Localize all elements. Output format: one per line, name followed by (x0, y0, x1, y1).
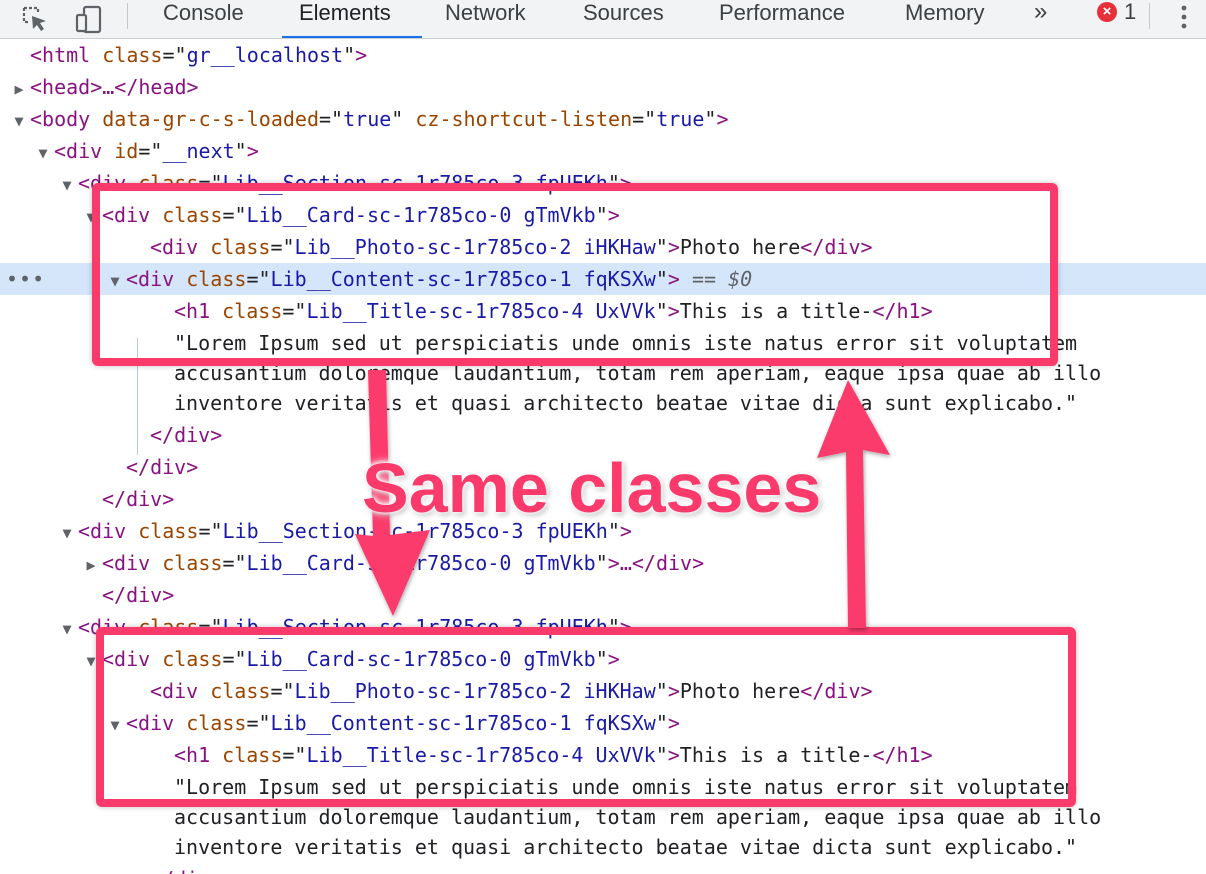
highlight-box-bottom (96, 627, 1076, 807)
more-tabs-button[interactable]: » (1034, 0, 1047, 24)
tag-end: </div> (102, 583, 175, 607)
tab-elements[interactable]: Elements (299, 0, 391, 38)
active-tab-indicator (282, 36, 422, 38)
annotation-callout: Same classes (362, 449, 822, 527)
dom-tree-node[interactable]: ▼ <div id="__next"> (0, 135, 1206, 167)
node-actions-icon[interactable]: ••• (6, 263, 45, 295)
attribute-quote: " (343, 43, 356, 67)
attribute-value: gr__localhost (186, 43, 344, 67)
attribute-equals: =" (319, 107, 344, 131)
tag-open: <div (78, 519, 127, 543)
attribute-equals: =" (222, 551, 247, 575)
tag-close: >…</head> (90, 75, 199, 99)
attribute-value: true (343, 107, 392, 131)
tab-sources[interactable]: Sources (583, 0, 664, 38)
dom-node-content: <html class="gr__localhost"> (30, 39, 367, 71)
expand-triangle-closed-icon[interactable]: ▶ (80, 549, 102, 581)
dom-node-content: ▼ <div id="__next"> (32, 135, 259, 169)
highlight-box-top (92, 183, 1058, 366)
tab-network[interactable]: Network (445, 0, 526, 38)
expand-triangle-open-icon[interactable]: ▼ (56, 613, 78, 645)
attribute-name: class (102, 43, 163, 67)
dom-tree-node[interactable]: ▶ <head>…</head> (0, 71, 1206, 103)
node-text: inventore veritatis et quasi architecto … (174, 835, 1078, 859)
toolbar-divider (127, 3, 128, 29)
attribute-name: class (162, 551, 223, 575)
dom-node-content: inventore veritatis et quasi architecto … (174, 387, 1077, 419)
attribute-name: class (138, 519, 199, 543)
dom-node-content: </div> (126, 451, 198, 483)
dom-tree-node[interactable]: inventore veritatis et quasi architecto … (0, 387, 1206, 419)
dom-tree-node[interactable]: <html class="gr__localhost"> (0, 39, 1206, 71)
dom-tree-node[interactable]: </div> (0, 579, 1206, 611)
error-count[interactable]: 1 (1124, 0, 1136, 24)
tag-close: > (716, 107, 729, 131)
tag-close: >…</div> (607, 551, 705, 575)
node-text: accusantium doloremque laudantium, totam… (174, 805, 1102, 829)
tab-console[interactable]: Console (163, 0, 244, 38)
expand-triangle-open-icon[interactable]: ▼ (32, 137, 54, 169)
tag-end: </div> (150, 867, 222, 874)
kebab-menu-icon[interactable] (1172, 4, 1196, 30)
dom-node-content: ▶ <head>…</head> (8, 71, 199, 105)
tag-open: <head (30, 75, 91, 99)
dom-tree-node[interactable]: ▼ <body data-gr-c-s-loaded="true" cz-shor… (0, 103, 1206, 135)
dom-node-content: ▼ <body data-gr-c-s-loaded="true" cz-shor… (8, 103, 728, 137)
dom-tree-node[interactable]: inventore veritatis et quasi architecto … (0, 831, 1206, 863)
error-icon[interactable]: × (1097, 2, 1117, 22)
attribute-name: id (114, 139, 139, 163)
tab-performance[interactable]: Performance (719, 0, 845, 38)
attribute-equals: =" (162, 43, 187, 67)
device-toolbar-icon[interactable] (74, 4, 104, 34)
attribute-equals: =" (138, 139, 163, 163)
expand-triangle-closed-icon[interactable]: ▶ (8, 73, 30, 105)
attribute-quote: " (704, 107, 717, 131)
attribute-equals: =" (198, 519, 223, 543)
tag-open: <html (30, 43, 91, 67)
expand-triangle-open-icon[interactable]: ▼ (56, 517, 78, 549)
node-text: inventore veritatis et quasi architecto … (174, 391, 1078, 415)
expand-triangle-open-icon[interactable]: ▼ (8, 105, 30, 137)
dom-node-content: </div> (150, 863, 222, 874)
attribute-name: cz-shortcut-listen (415, 107, 633, 131)
attribute-equals: =" (632, 107, 657, 131)
tab-memory[interactable]: Memory (905, 0, 984, 38)
inspect-element-icon[interactable] (20, 4, 50, 34)
attribute-quote: " (595, 551, 608, 575)
dom-node-content: </div> (102, 483, 174, 515)
tag-open: <body (30, 107, 91, 131)
expand-triangle-open-icon[interactable]: ▼ (56, 169, 78, 201)
attribute-name: data-gr-c-s-loaded (102, 107, 320, 131)
dom-node-content: inventore veritatis et quasi architecto … (174, 831, 1077, 863)
tag-close: > (355, 43, 368, 67)
tag-end: </div> (150, 423, 223, 447)
dom-node-content: </div> (150, 419, 222, 451)
dom-tree-node[interactable]: ▶ <div class="Lib__Card-sc-1r785co-0 gTmV… (0, 547, 1206, 579)
attribute-value: Lib__Card-sc-1r785co-0 gTmVkb (246, 551, 596, 575)
tag-open: <div (54, 139, 103, 163)
dom-node-content: </div> (102, 579, 174, 611)
devtools-toolbar: Console Elements Network Sources Perform… (0, 0, 1206, 39)
tag-close: > (246, 139, 259, 163)
dom-tree-node[interactable]: </div> (0, 863, 1206, 874)
tag-end: </div> (102, 487, 175, 511)
dom-node-content: ▶ <div class="Lib__Card-sc-1r785co-0 gTmV… (80, 547, 704, 581)
toolbar-divider-right (1149, 3, 1150, 29)
tag-open: <div (102, 551, 151, 575)
attribute-value: true (656, 107, 705, 131)
attribute-quote: " (234, 139, 247, 163)
attribute-quote: " (391, 107, 404, 131)
attribute-value: __next (162, 139, 235, 163)
tag-end: </div> (126, 455, 199, 479)
